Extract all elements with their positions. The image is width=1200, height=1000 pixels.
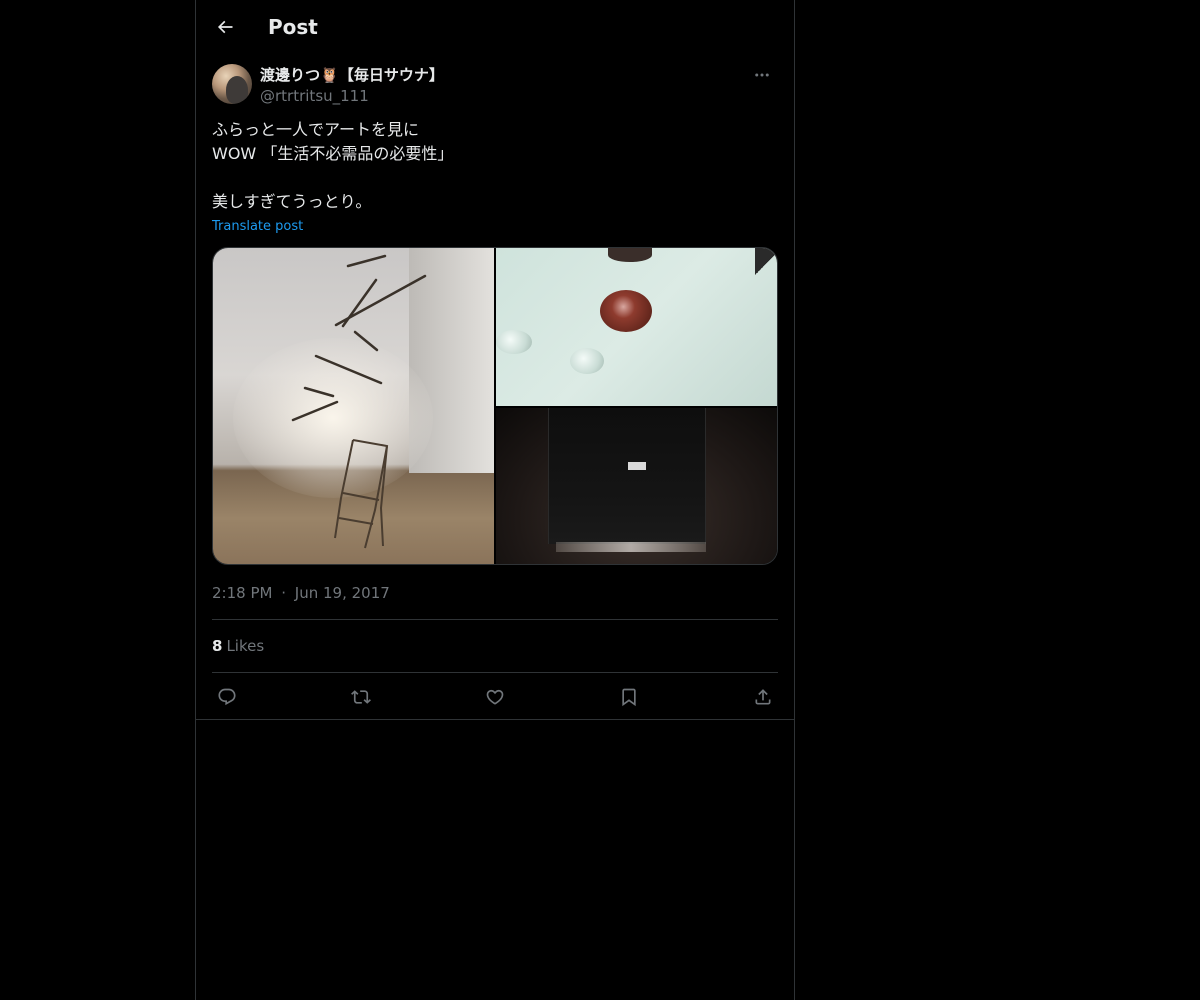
share-button[interactable] [744,678,782,716]
page-title: Post [268,15,318,39]
share-icon [755,689,771,705]
likes-label: Likes [226,637,265,655]
repost-icon [351,690,371,704]
avatar-figure [226,76,248,104]
author-handle[interactable]: @rtrtritsu_111 [260,86,369,106]
dark-box-shape [548,408,706,544]
divider [212,672,778,673]
clear-drop-shape [570,348,604,374]
post-author: 渡邊りつ🦉【毎日サウナ】 @rtrtritsu_111 [212,64,778,108]
post-text: ふらっと一人でアートを見に WOW 「生活不必需品の必要性」 美しすぎてうっとり… [212,120,454,211]
red-drop-shape [600,290,652,332]
back-button[interactable] [209,11,241,43]
bookmark-icon [622,688,636,707]
more-horizontal-icon [755,73,769,77]
corner-shadow [755,248,777,278]
dark-drop-shape [608,248,652,262]
reply-icon [218,688,236,706]
media-grid [212,247,778,565]
date-separator: · [281,584,287,602]
avatar[interactable] [212,64,252,104]
post-header: Post [196,0,794,54]
like-icon [486,689,504,705]
action-bar [208,678,782,716]
reply-button[interactable] [208,678,246,716]
arrow-left-icon [217,20,233,34]
bookmark-button[interactable] [610,678,648,716]
post-time[interactable]: 2:18 PM [212,584,272,602]
divider [212,619,778,620]
post-date[interactable]: Jun 19, 2017 [295,584,390,602]
like-button[interactable] [476,678,514,716]
media-image-installation[interactable] [213,248,494,564]
author-name[interactable]: 渡邊りつ🦉【毎日サウナ】 [260,65,444,85]
more-options-button[interactable] [746,64,778,86]
light-glint [628,462,646,470]
floor-reflection [556,542,706,552]
clear-drop-shape [496,330,532,354]
post-column: Post 渡邊りつ🦉【毎日サウナ】 @rtrtritsu_111 ふらっと一人で… [195,0,795,1000]
media-image-dark-box[interactable] [496,408,777,564]
likes-count: 8 [212,637,223,655]
post-timestamp: 2:18 PM · Jun 19, 2017 [212,583,390,603]
repost-button[interactable] [342,678,380,716]
likes-stat[interactable]: 8 Likes [212,636,264,656]
media-image-droplets[interactable] [496,248,777,406]
sticks-sculpture [291,254,427,549]
translate-post-link[interactable]: Translate post [212,217,303,237]
divider [196,719,794,720]
